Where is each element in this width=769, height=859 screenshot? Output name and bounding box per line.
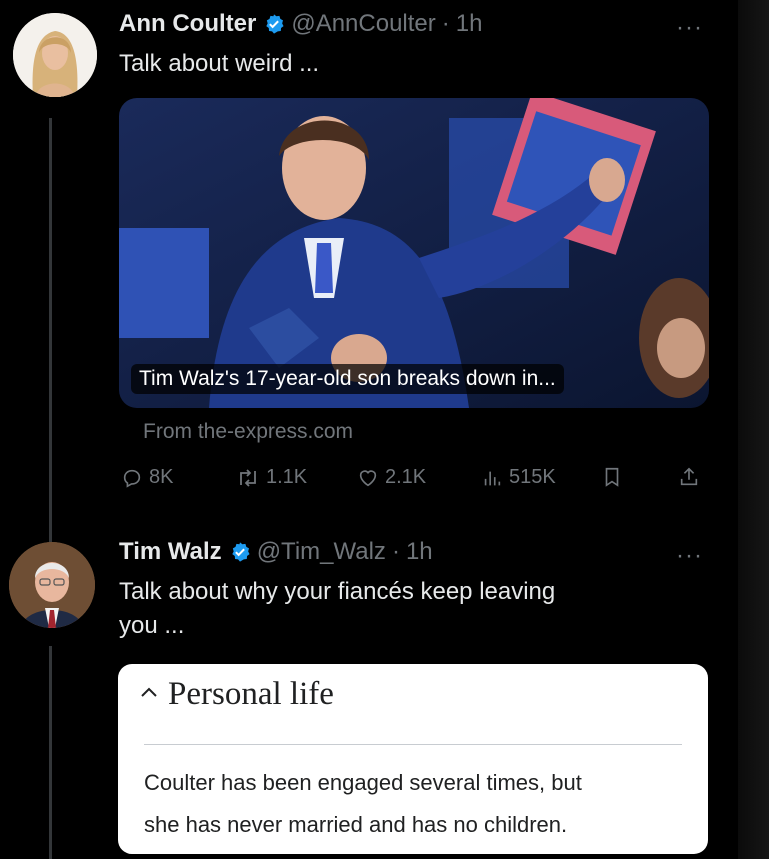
share-icon <box>678 466 700 488</box>
reply-button[interactable]: 8K <box>121 466 173 489</box>
share-button[interactable] <box>678 466 700 488</box>
card-caption: Tim Walz's 17-year-old son breaks down i… <box>131 364 564 394</box>
repost-button[interactable]: 1.1K <box>236 466 307 489</box>
wiki-section-header: Personal life <box>140 676 334 713</box>
like-count: 2.1K <box>385 466 427 488</box>
tweet-text-line: Talk about why your fiancés keep leaving <box>119 578 556 605</box>
background-sidebar-strip <box>738 0 769 859</box>
tweet-text: Talk about why your fiancés keep leaving… <box>119 575 555 643</box>
wiki-body-text: Coulter has been engaged several times, … <box>144 762 689 846</box>
author-name[interactable]: Ann Coulter <box>119 10 256 38</box>
wiki-body-line: she has never married and has no childre… <box>144 812 568 837</box>
wiki-screenshot: Personal life Coulter has been engaged s… <box>118 664 708 854</box>
more-options-icon[interactable]: ··· <box>676 542 703 570</box>
views-count: 515K <box>509 466 556 488</box>
reply-icon <box>121 467 143 489</box>
bookmark-button[interactable] <box>601 466 623 488</box>
timestamp[interactable]: 1h <box>456 10 483 38</box>
avatar[interactable] <box>13 13 97 97</box>
author-name[interactable]: Tim Walz <box>119 538 222 566</box>
separator-dot: · <box>441 10 450 37</box>
timestamp[interactable]: 1h <box>406 538 433 566</box>
repost-count: 1.1K <box>266 466 308 488</box>
tweet-header: Ann Coulter @AnnCoulter · 1h <box>119 10 482 38</box>
verified-badge-icon <box>229 541 251 563</box>
views-icon <box>481 467 503 489</box>
thread-line-lower <box>49 646 52 859</box>
avatar[interactable] <box>9 542 95 628</box>
tweet-text: Talk about weird ... <box>119 50 320 77</box>
author-handle[interactable]: @Tim_Walz <box>257 538 386 566</box>
card-source[interactable]: From the-express.com <box>143 420 353 444</box>
chevron-up-icon <box>140 685 158 704</box>
views-button[interactable]: 515K <box>481 466 556 489</box>
tweet-text-line: you ... <box>119 612 185 639</box>
wiki-body-line: Coulter has been engaged several times, … <box>144 770 582 795</box>
separator-dot: · <box>391 538 400 565</box>
repost-icon <box>236 467 260 489</box>
bookmark-icon <box>601 466 623 488</box>
card-image <box>119 98 709 408</box>
reply-count: 8K <box>149 466 174 488</box>
wiki-section-title: Personal life <box>168 676 334 712</box>
like-button[interactable]: 2.1K <box>357 466 426 489</box>
link-card[interactable]: Tim Walz's 17-year-old son breaks down i… <box>119 98 709 408</box>
author-handle[interactable]: @AnnCoulter <box>291 10 435 38</box>
more-options-icon[interactable]: ··· <box>676 14 703 42</box>
like-icon <box>357 467 379 489</box>
verified-badge-icon <box>263 13 285 35</box>
action-bar: 8K 1.1K 2.1K 515K <box>121 466 711 498</box>
divider <box>144 744 682 745</box>
thread-line-upper <box>49 118 52 542</box>
tweet-header: Tim Walz @Tim_Walz · 1h <box>119 538 433 566</box>
